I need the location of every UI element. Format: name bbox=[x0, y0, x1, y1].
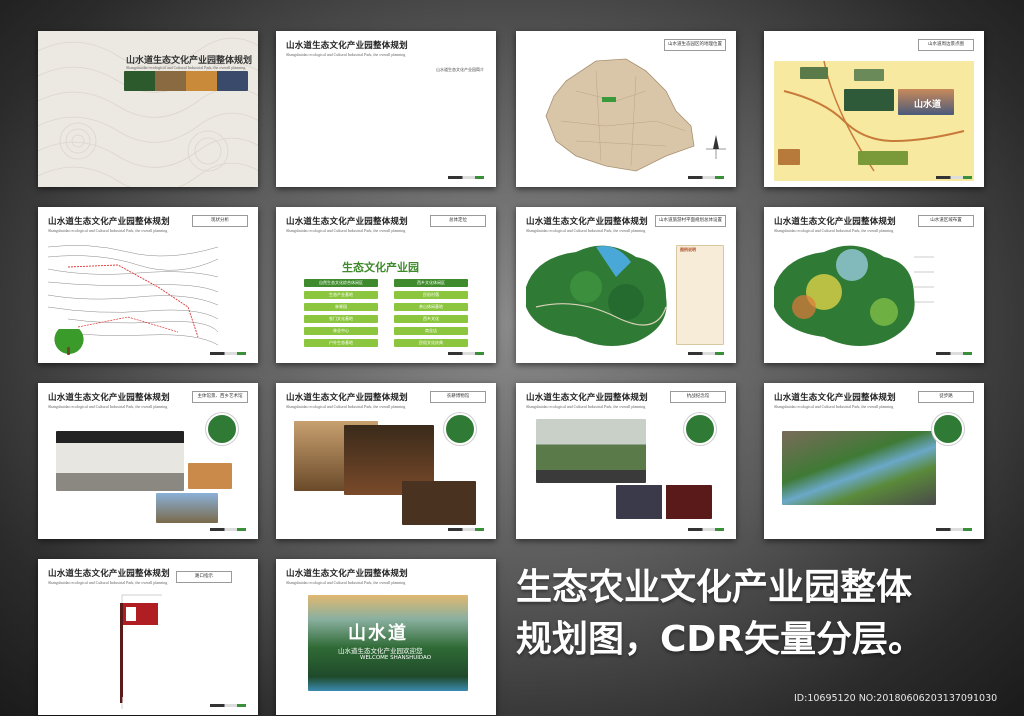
page-location-map: 山水道生态园区的地理位置 bbox=[516, 31, 736, 187]
page-footer-bar bbox=[210, 352, 246, 355]
page-subtitle: Shangshuidao ecological and Cultural Ind… bbox=[286, 52, 406, 57]
zone-item: 生态产业基地 bbox=[304, 291, 378, 299]
page-farming-museum: 山水道生态文化产业园整体规划 Shangshuidao ecological an… bbox=[276, 383, 496, 539]
attraction-photo bbox=[854, 69, 884, 81]
mini-map-circle bbox=[932, 413, 964, 445]
caption-line-2: 规划图，CDR矢量分层。 bbox=[516, 619, 925, 660]
aerial-render bbox=[782, 431, 936, 505]
welcome-logo: 山水道 bbox=[348, 623, 408, 644]
page-tag: 主体馆景、西乡艺术馆 bbox=[192, 391, 248, 403]
zone-item: 商业店 bbox=[394, 327, 468, 335]
page-tag: 农耕博物馆 bbox=[430, 391, 486, 403]
page-footer-bar bbox=[448, 352, 484, 355]
attraction-photo bbox=[858, 151, 908, 165]
page-subtitle: Shangshuidao ecological and Cultural Ind… bbox=[286, 228, 406, 233]
cover-subtitle: Shangshuidao ecological and Cultural Ind… bbox=[126, 65, 246, 70]
zone-item: 茶山休闲基地 bbox=[394, 303, 468, 311]
zone-item: 民俗文化庆典 bbox=[394, 339, 468, 347]
page-title: 山水道生态文化产业园整体规划 bbox=[286, 41, 408, 51]
zone-item: 农门文化基地 bbox=[304, 315, 378, 323]
page-art-gallery: 山水道生态文化产业园整体规划 Shangshuidao ecological an… bbox=[38, 383, 258, 539]
page-cover: 山水道生态文化产业园整体规划 Shangshuidao ecological a… bbox=[38, 31, 258, 187]
bottom-band bbox=[0, 716, 1024, 720]
attraction-logo: 山水道 bbox=[914, 100, 942, 110]
zone-map bbox=[774, 245, 934, 346]
watermark-logo: 昵图网 bbox=[40, 690, 86, 708]
gallery-photo bbox=[188, 463, 232, 489]
zone-header-left: 自然生态文化综合休闲区 bbox=[304, 279, 378, 287]
museum-photo bbox=[402, 481, 476, 525]
legend-panel bbox=[676, 245, 724, 345]
page-tag: 徒步路 bbox=[918, 391, 974, 403]
page-footer-bar bbox=[210, 528, 246, 531]
memorial-photo bbox=[536, 419, 646, 483]
page-subtitle: Shangshuidao ecological and Cultural Ind… bbox=[48, 404, 168, 409]
page-footer-bar bbox=[448, 528, 484, 531]
zone-item: 民俗村落 bbox=[394, 291, 468, 299]
gallery-photo bbox=[156, 493, 218, 523]
page-subtitle: Shangshuidao ecological and Cultural Ind… bbox=[526, 404, 646, 409]
page-footer-bar bbox=[448, 176, 484, 179]
page-footer-bar bbox=[688, 176, 724, 179]
page-status-analysis: 山水道生态文化产业园整体规划 Shangshuidao ecological an… bbox=[38, 207, 258, 363]
page-war-memorial: 山水道生态文化产业园整体规划 Shangshuidao ecological an… bbox=[516, 383, 736, 539]
page-footer-bar bbox=[688, 528, 724, 531]
page-master-plan: 山水道生态文化产业园整体规划 Shangshuidao ecological an… bbox=[516, 207, 736, 363]
mini-map-circle bbox=[684, 413, 716, 445]
zone-header-right: 西乡文化休闲区 bbox=[394, 279, 468, 287]
zone-item: 西乡文化 bbox=[394, 315, 468, 323]
page-footer-bar bbox=[936, 528, 972, 531]
main-caption: 生态农业文化产业园整体 规划图，CDR矢量分层。 bbox=[516, 562, 996, 666]
watermark-url[interactable]: www.nipic.com bbox=[89, 693, 179, 707]
caption-line-1: 生态农业文化产业园整体 bbox=[516, 567, 913, 608]
cover-photo-strip bbox=[124, 71, 248, 91]
page-hiking-trail: 山水道生态文化产业园整体规划 Shangshuidao ecological an… bbox=[764, 383, 984, 539]
page-footer-bar bbox=[688, 352, 724, 355]
positioning-heading: 生态文化产业园 bbox=[342, 261, 419, 274]
page-footer-bar bbox=[936, 352, 972, 355]
intro-text: 山水道生态文化产业园简介 bbox=[436, 67, 484, 72]
page-subtitle: Shangshuidao ecological and Cultural Ind… bbox=[286, 404, 406, 409]
gallery-photo bbox=[56, 431, 184, 491]
memorial-photo bbox=[616, 485, 712, 519]
region-map bbox=[545, 58, 726, 172]
attraction-photo bbox=[778, 149, 800, 165]
attraction-photo bbox=[844, 89, 894, 111]
welcome-line1: 山水道生态文化产业园欢迎您 bbox=[338, 647, 423, 655]
mini-map-circle bbox=[444, 413, 476, 445]
page-tag: 总体定位 bbox=[430, 215, 486, 227]
page-subtitle: Shangshuidao ecological and Cultural Ind… bbox=[286, 580, 406, 585]
zone-item: 林业中心 bbox=[304, 327, 378, 335]
page-welcome: 山水道生态文化产业园整体规划 Shangshuidao ecological an… bbox=[276, 559, 496, 715]
page-intro: 山水道生态文化产业园整体规划 Shangshuidao ecological an… bbox=[276, 31, 496, 187]
legend-title: 图例说明 bbox=[680, 247, 696, 252]
watermark-brand: 昵图网 www.nipic.com bbox=[40, 688, 179, 709]
page-title: 山水道生态文化产业园整体规划 bbox=[286, 569, 408, 579]
attraction-photo bbox=[800, 67, 828, 79]
welcome-line2: WELCOME SHANSHUIDAO bbox=[360, 655, 432, 661]
page-attractions: 山水道周边景点图 山水道 bbox=[764, 31, 984, 187]
page-footer-bar bbox=[210, 704, 246, 707]
image-id: ID:10695120 NO:20180606203137091030 bbox=[794, 693, 998, 704]
zone-item: 林果园 bbox=[304, 303, 378, 311]
page-subtitle: Shangshuidao ecological and Cultural Ind… bbox=[774, 404, 894, 409]
zone-item: 户外生态基地 bbox=[304, 339, 378, 347]
page-footer-bar bbox=[936, 176, 972, 179]
page-tag: 抗战纪念馆 bbox=[670, 391, 726, 403]
page-zone-layout: 山水道生态文化产业园整体规划 Shangshuidao ecological an… bbox=[764, 207, 984, 363]
mini-map-circle bbox=[206, 413, 238, 445]
page-positioning: 山水道生态文化产业园整体规划 Shangshuidao ecological an… bbox=[276, 207, 496, 363]
tree-trunk bbox=[67, 347, 70, 355]
